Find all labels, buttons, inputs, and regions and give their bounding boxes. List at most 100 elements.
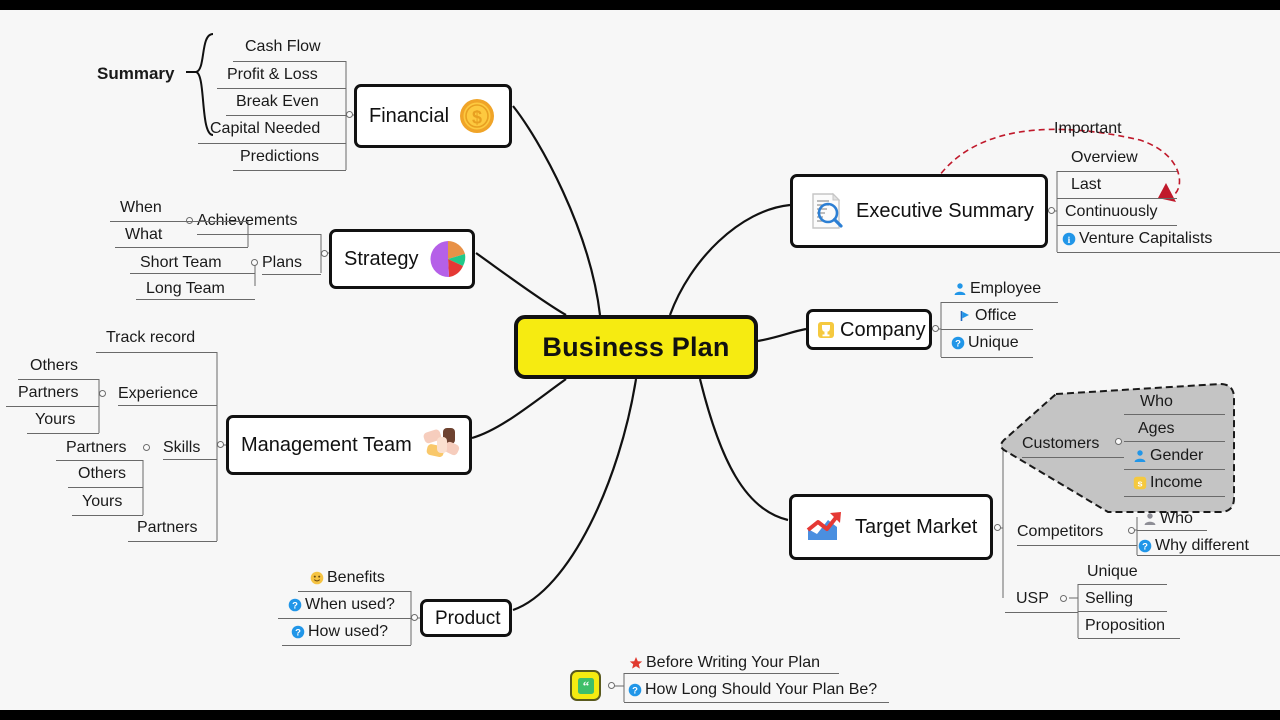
sub-competitors-who[interactable]: Who xyxy=(1143,509,1193,530)
sub-what[interactable]: What xyxy=(125,225,162,246)
underline xyxy=(1124,469,1225,470)
connector-dot-usp xyxy=(1060,595,1067,602)
svg-text:?: ? xyxy=(632,685,638,696)
topic-company-label: Company xyxy=(840,318,926,341)
topic-financial-label: Financial xyxy=(369,105,450,127)
svg-text:?: ? xyxy=(955,338,961,349)
sub-usp-proposition[interactable]: Proposition xyxy=(1085,616,1165,637)
underline xyxy=(624,702,889,703)
gold-coin-dollar-icon: $ xyxy=(458,97,496,135)
sub-break-even[interactable]: Break Even xyxy=(236,92,319,113)
underline xyxy=(1022,457,1124,458)
svg-text:?: ? xyxy=(1142,541,1148,552)
sub-employee[interactable]: Employee xyxy=(953,279,1041,300)
svg-text:?: ? xyxy=(292,600,298,611)
sub-employee-label: Employee xyxy=(970,280,1042,297)
underline xyxy=(1124,441,1225,442)
underline xyxy=(1057,225,1177,226)
quote-icon: “ xyxy=(577,677,595,695)
topic-target-market[interactable]: Target Market xyxy=(789,494,993,560)
underline xyxy=(1078,638,1180,639)
topic-executive-summary[interactable]: Executive Summary xyxy=(790,174,1048,248)
sub-office[interactable]: Office xyxy=(958,306,1017,327)
sub-skills-partners[interactable]: Partners xyxy=(66,438,126,459)
sub-cash-flow[interactable]: Cash Flow xyxy=(245,37,321,58)
sub-customers-income-label: Income xyxy=(1150,474,1203,491)
topic-management-team[interactable]: Management Team xyxy=(226,415,472,475)
handshake-teamwork-icon xyxy=(421,423,465,467)
sub-how-long-label: How Long Should Your Plan Be? xyxy=(645,681,878,698)
sub-profit-loss[interactable]: Profit & Loss xyxy=(227,65,318,86)
sub-experience[interactable]: Experience xyxy=(118,384,198,405)
topic-strategy[interactable]: Strategy xyxy=(329,229,475,289)
sub-customers-gender-label: Gender xyxy=(1150,447,1204,464)
sub-experience-partners[interactable]: Partners xyxy=(18,383,78,404)
arrow-head xyxy=(1158,183,1176,202)
sub-benefits[interactable]: Benefits xyxy=(310,568,385,589)
sub-overview[interactable]: Overview xyxy=(1071,148,1138,169)
central-topic[interactable]: Business Plan xyxy=(514,315,758,379)
underline xyxy=(1124,496,1225,497)
sub-when-used-label: When used? xyxy=(305,596,395,613)
sub-customers[interactable]: Customers xyxy=(1022,434,1099,455)
sub-experience-yours[interactable]: Yours xyxy=(35,410,75,431)
sub-continuously[interactable]: Continuously xyxy=(1065,202,1158,223)
sub-customers-income[interactable]: s Income xyxy=(1133,473,1202,494)
mindmap-canvas[interactable]: Business Plan Financial $ Summary Cash F… xyxy=(0,10,1280,710)
underline xyxy=(233,170,346,171)
sub-customers-gender[interactable]: Gender xyxy=(1133,446,1203,467)
underline xyxy=(197,234,321,235)
svg-text:$: $ xyxy=(472,108,482,128)
sub-unique[interactable]: ? Unique xyxy=(951,333,1019,354)
sub-usp-unique[interactable]: Unique xyxy=(1087,562,1138,583)
sub-partners[interactable]: Partners xyxy=(137,518,197,539)
sub-customers-who[interactable]: Who xyxy=(1140,392,1173,413)
star-icon xyxy=(629,656,643,670)
sub-venture-capitalists[interactable]: i Venture Capitalists xyxy=(1062,229,1212,250)
topic-company[interactable]: Company xyxy=(806,309,932,350)
question-mark-icon: ? xyxy=(288,598,302,612)
connector-dot-plans xyxy=(251,259,258,266)
sub-last[interactable]: Last xyxy=(1071,175,1101,196)
sub-usp-selling[interactable]: Selling xyxy=(1085,589,1133,610)
sub-short-team[interactable]: Short Team xyxy=(140,253,222,274)
sub-when-used[interactable]: ? When used? xyxy=(288,595,395,616)
topic-product[interactable]: Product xyxy=(420,599,512,637)
sub-how-long-should-your-plan-be[interactable]: ? How Long Should Your Plan Be? xyxy=(628,680,877,701)
sub-capital-needed[interactable]: Capital Needed xyxy=(210,119,320,140)
underline xyxy=(1057,198,1177,199)
sub-when[interactable]: When xyxy=(120,198,162,219)
underline xyxy=(233,61,346,62)
sub-why-different[interactable]: ? Why different xyxy=(1138,536,1249,557)
sub-skills[interactable]: Skills xyxy=(163,438,200,459)
sub-skills-yours[interactable]: Yours xyxy=(82,492,122,513)
sub-before-writing-your-plan[interactable]: Before Writing Your Plan xyxy=(629,653,820,674)
sub-customers-ages[interactable]: Ages xyxy=(1138,419,1174,440)
sub-long-team[interactable]: Long Team xyxy=(146,279,225,300)
underline xyxy=(941,357,1033,358)
sub-usp[interactable]: USP xyxy=(1016,589,1049,610)
underline xyxy=(1057,252,1280,253)
sub-predictions[interactable]: Predictions xyxy=(240,147,319,168)
sub-experience-others[interactable]: Others xyxy=(30,356,78,377)
underline xyxy=(1078,584,1167,585)
underline xyxy=(136,299,255,300)
sub-competitors-who-label: Who xyxy=(1160,510,1193,527)
sub-venture-capitalists-label: Venture Capitalists xyxy=(1079,230,1213,247)
svg-text:s: s xyxy=(1137,478,1142,489)
sub-how-used[interactable]: ? How used? xyxy=(291,622,388,643)
underline xyxy=(1137,530,1207,531)
sub-office-label: Office xyxy=(975,307,1017,324)
underline xyxy=(226,115,346,116)
question-mark-icon: ? xyxy=(291,625,305,639)
topic-financial[interactable]: Financial $ xyxy=(354,84,512,148)
sub-skills-others[interactable]: Others xyxy=(78,464,126,485)
topic-executive-summary-label: Executive Summary xyxy=(856,200,1034,222)
underline xyxy=(198,143,346,144)
person-icon xyxy=(953,282,967,296)
topic-notes[interactable]: “ xyxy=(570,670,601,701)
underline xyxy=(217,88,346,89)
sub-competitors[interactable]: Competitors xyxy=(1017,522,1103,543)
sub-plans[interactable]: Plans xyxy=(262,253,302,274)
sub-track-record[interactable]: Track record xyxy=(106,328,195,349)
